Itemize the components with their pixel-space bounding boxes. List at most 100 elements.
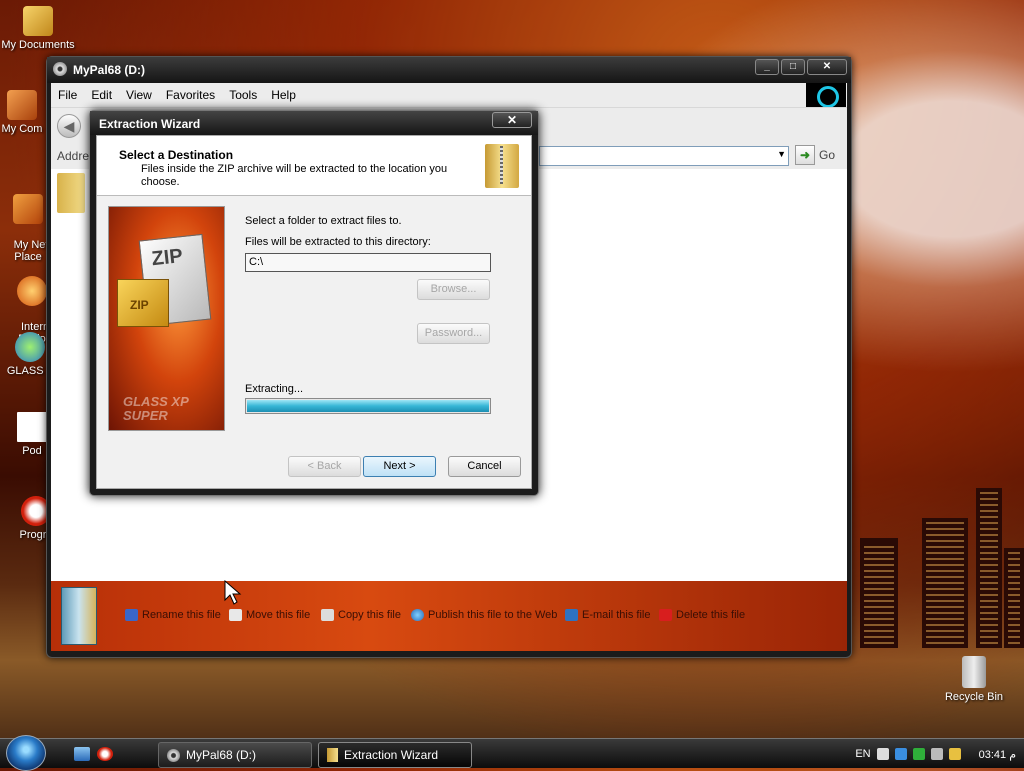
task-label: Publish this file to the Web — [428, 609, 558, 621]
city-building — [1004, 548, 1024, 648]
chevron-down-icon[interactable]: ▼ — [777, 149, 786, 159]
wizard-banner-image: ZIP ZIP GLASS XP SUPER — [108, 206, 225, 431]
recycle-bin-icon — [962, 656, 986, 688]
banner-logo: GLASS XP SUPER — [123, 394, 189, 423]
explorer-title: MyPal68 (D:) — [73, 63, 146, 77]
next-button[interactable]: Next > — [363, 456, 436, 477]
task-label: Copy this file — [338, 609, 401, 621]
password-button[interactable]: Password... — [417, 323, 490, 344]
desktop-icon-label: My Documents — [1, 39, 75, 51]
volume-icon[interactable] — [876, 748, 889, 760]
zip-folder-icon — [485, 144, 519, 188]
dialog-close-button[interactable]: ✕ — [492, 112, 532, 128]
task-rename-file[interactable]: Rename this file — [125, 609, 221, 621]
start-button[interactable] — [6, 735, 46, 771]
file-tasks-pane: Rename this file Move this file Copy thi… — [51, 581, 847, 651]
taskbar-button-explorer[interactable]: MyPal68 (D:) — [158, 742, 312, 768]
progress-fill — [247, 400, 489, 412]
wizard-description: Files inside the ZIP archive will be ext… — [141, 163, 448, 188]
internet-explorer-icon — [17, 276, 47, 306]
menu-bar: File Edit View Favorites Tools Help — [51, 83, 847, 107]
back-button[interactable]: ◀ — [57, 114, 81, 138]
zip-folder-icon — [327, 748, 338, 762]
minimize-button[interactable]: _ — [755, 59, 779, 75]
folder-icon — [23, 6, 53, 36]
go-arrow-icon: ➜ — [795, 145, 815, 165]
menu-view[interactable]: View — [119, 88, 159, 102]
wizard-header: Select a Destination Files inside the ZI… — [97, 136, 531, 196]
theme-icon[interactable] — [948, 748, 961, 760]
browse-button[interactable]: Browse... — [417, 279, 490, 300]
document-icon — [17, 412, 47, 442]
menu-edit[interactable]: Edit — [84, 88, 119, 102]
extraction-wizard-dialog[interactable]: Extraction Wizard ✕ Select a Destination… — [89, 110, 539, 496]
task-move-file[interactable]: Move this file — [229, 609, 310, 621]
task-email-file[interactable]: E-mail this file — [565, 609, 650, 621]
address-input[interactable]: ▼ — [539, 146, 789, 166]
go-label: Go — [819, 148, 836, 162]
throbber-icon — [806, 83, 846, 108]
menu-favorites[interactable]: Favorites — [159, 88, 222, 102]
zip-folder-icon[interactable] — [57, 173, 85, 213]
document-icon — [61, 587, 97, 645]
clock[interactable]: 03:41 م — [979, 748, 1016, 761]
security-icon[interactable] — [912, 748, 925, 760]
destination-path-field[interactable]: C:\ — [245, 253, 491, 272]
system-tray: EN 03:41 م — [855, 739, 1024, 769]
taskbar-button-label: MyPal68 (D:) — [186, 748, 257, 762]
task-label: Rename this file — [142, 609, 221, 621]
desktop-icon-my-documents[interactable]: My Documents — [0, 6, 80, 51]
dialog-title: Extraction Wizard — [99, 117, 201, 131]
task-label: E-mail this file — [582, 609, 651, 621]
menu-help[interactable]: Help — [264, 88, 303, 102]
network-icon[interactable] — [894, 748, 907, 760]
task-label: Move this file — [246, 609, 311, 621]
cd-drive-icon — [167, 748, 180, 762]
language-indicator[interactable]: EN — [855, 748, 870, 760]
cancel-button[interactable]: Cancel — [448, 456, 521, 477]
explorer-titlebar[interactable]: MyPal68 (D:) _ □ ✕ — [47, 57, 851, 83]
city-building — [922, 518, 968, 648]
quick-launch-browser-icon[interactable] — [97, 747, 113, 761]
task-label: Delete this file — [676, 609, 746, 621]
windows-logo-icon — [15, 332, 45, 362]
mouse-cursor-icon — [224, 580, 242, 605]
move-icon — [229, 609, 242, 621]
select-folder-label: Select a folder to extract files to. — [245, 215, 402, 227]
desktop-icon-my-computer[interactable]: My Com — [0, 90, 52, 135]
dialog-body: Select a Destination Files inside the ZI… — [96, 135, 532, 489]
extracting-status: Extracting... — [245, 383, 304, 395]
menu-tools[interactable]: Tools — [222, 88, 264, 102]
safely-remove-icon[interactable] — [930, 748, 943, 760]
taskbar-button-label: Extraction Wizard — [344, 748, 439, 762]
maximize-button[interactable]: □ — [781, 59, 805, 75]
go-button[interactable]: ➜ Go — [795, 145, 835, 165]
globe-icon — [411, 609, 424, 621]
taskbar: MyPal68 (D:) Extraction Wizard EN 03:41 … — [0, 735, 1024, 771]
dialog-titlebar[interactable]: Extraction Wizard ✕ — [90, 111, 538, 135]
zip-box-icon: ZIP — [117, 279, 169, 327]
menu-file[interactable]: File — [51, 88, 84, 102]
email-icon — [565, 609, 578, 621]
delete-icon — [659, 609, 672, 621]
desktop-icon-label: Pod — [22, 445, 42, 457]
show-desktop-icon[interactable] — [74, 747, 90, 761]
taskbar-button-extraction-wizard[interactable]: Extraction Wizard — [318, 742, 472, 768]
task-publish-web[interactable]: Publish this file to the Web — [411, 609, 557, 621]
cd-drive-icon — [53, 62, 67, 76]
desktop-icon-label: My Com — [1, 123, 43, 135]
computer-icon — [7, 90, 37, 120]
task-copy-file[interactable]: Copy this file — [321, 609, 401, 621]
directory-label: Files will be extracted to this director… — [245, 236, 431, 248]
copy-icon — [321, 609, 334, 621]
rename-icon — [125, 609, 138, 621]
network-icon — [13, 194, 43, 224]
back-button[interactable]: < Back — [288, 456, 361, 477]
task-delete-file[interactable]: Delete this file — [659, 609, 745, 621]
desktop-icon-label: Recycle Bin — [944, 691, 1004, 703]
wizard-heading: Select a Destination — [119, 148, 234, 162]
close-button[interactable]: ✕ — [807, 59, 847, 75]
city-building — [976, 488, 1002, 648]
city-building — [860, 538, 898, 648]
desktop-icon-recycle-bin[interactable]: Recycle Bin — [932, 656, 1016, 703]
